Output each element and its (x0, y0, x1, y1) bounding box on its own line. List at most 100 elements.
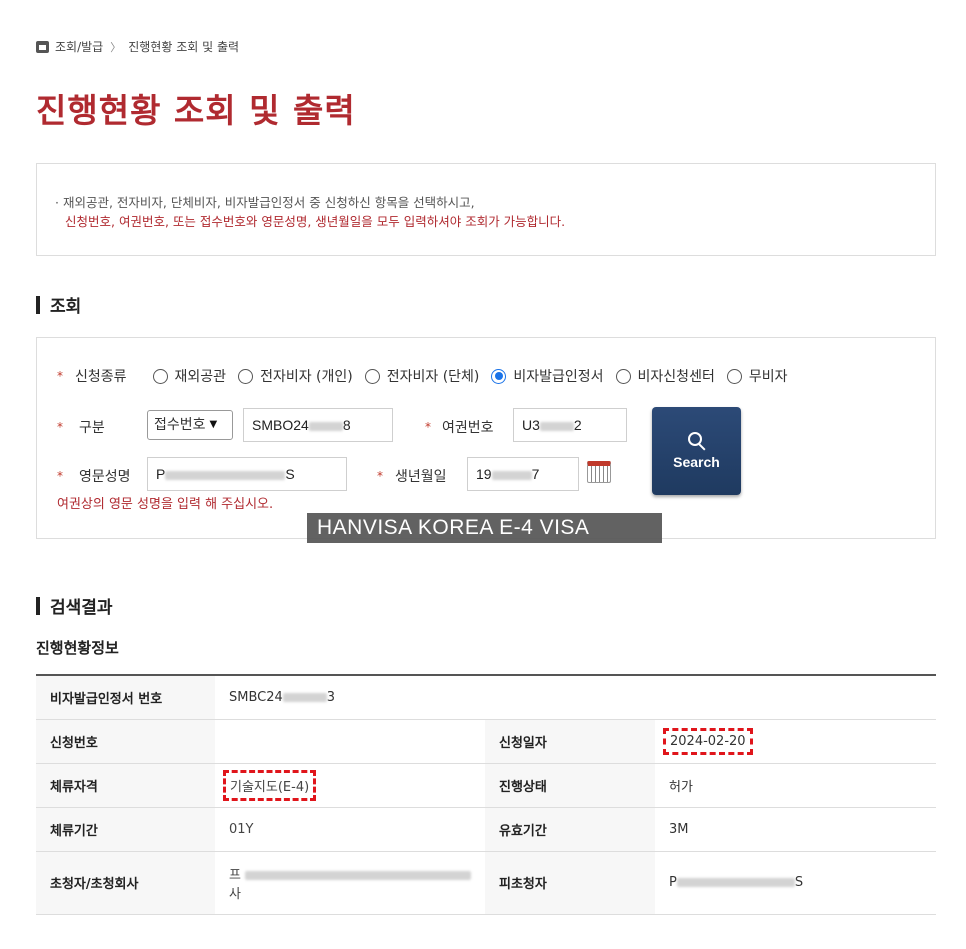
stay-status-value: 기술지도(E-4) (223, 769, 317, 801)
table-row: 초청자/초청회사 프 사 피초청자 PS (36, 851, 936, 915)
page-title: 진행현황 조회 및 출력 (36, 91, 356, 130)
radio-circle[interactable] (238, 368, 254, 384)
progress-status-label: 진행상태 (485, 763, 655, 808)
receipt-number-input[interactable]: SMBO24 8 (243, 408, 393, 442)
radio-evisa-group[interactable]: 전자비자 (단체) (364, 366, 480, 386)
inviter-label: 초청자/초청회사 (36, 851, 215, 915)
progress-info-table: 비자발급인정서 번호 SMBC24 3 신청번호 신청일자 2024-02-20 … (36, 674, 936, 915)
breadcrumb-item-current: 진행현황 조회 및 출력 (128, 40, 240, 54)
apply-date-value: 2024-02-20 (663, 727, 753, 755)
home-icon[interactable] (36, 40, 49, 53)
category-select[interactable]: 접수번호 ▼ (147, 410, 233, 440)
application-type-row: * 신청종류 재외공관 전자비자 (개인) 전자비자 (단체) 비자발급인정서 … (57, 366, 799, 386)
progress-status-value: 허가 (655, 763, 936, 808)
redacted-mask (539, 421, 574, 431)
required-mark: * (57, 469, 63, 483)
redacted-mask (491, 470, 532, 480)
english-name-input[interactable]: PS (147, 457, 347, 491)
calendar-icon[interactable] (587, 461, 611, 483)
search-button-label: Search (673, 454, 720, 470)
breadcrumb-separator: 〉 (110, 40, 122, 54)
receipt-number-suffix: 8 (342, 417, 351, 433)
radio-visa-certificate[interactable]: 비자발급인정서 (491, 366, 604, 386)
section-heading-search: 조회 (36, 292, 81, 317)
cert-number-value: SMBC24 3 (215, 675, 936, 720)
required-mark: * (425, 420, 431, 434)
notice-box: · 재외공관, 전자비자, 단체비자, 비자발급인정서 중 신청하신 항목을 선… (36, 163, 936, 256)
birth-date-label: 생년월일 (395, 469, 447, 485)
radio-visa-free[interactable]: 무비자 (726, 366, 788, 386)
radio-evisa-individual[interactable]: 전자비자 (개인) (238, 366, 353, 386)
redacted-mask (308, 421, 343, 431)
passport-label: 여권번호 (442, 420, 494, 436)
radio-circle[interactable] (726, 368, 742, 384)
watermark-banner: HANVISA KOREA E-4 VISA (307, 513, 662, 543)
passport-number-input[interactable]: U3 2 (513, 408, 627, 442)
radio-label: 비자발급인정서 (513, 369, 604, 385)
inviter-first-char: 프 (229, 867, 241, 883)
english-name-hint: 여권상의 영문 성명을 입력 해 주십시오. (57, 497, 274, 512)
radio-circle[interactable] (364, 368, 380, 384)
english-name-prefix: P (156, 466, 166, 482)
table-row: 체류기간 01Y 유효기간 3M (36, 807, 936, 852)
redacted-mask (676, 878, 795, 887)
radio-circle[interactable] (615, 368, 631, 384)
section-title-results: 검색결과 (50, 598, 113, 618)
redacted-mask (165, 470, 286, 480)
search-form: * 신청종류 재외공관 전자비자 (개인) 전자비자 (단체) 비자발급인정서 … (36, 337, 936, 543)
section-title-search: 조회 (50, 297, 82, 317)
required-mark: * (57, 420, 63, 434)
stay-status-cell: 기술지도(E-4) (215, 763, 485, 808)
passport-number-prefix: U3 (522, 417, 540, 433)
notice-line-2: 신청번호, 여권번호, 또는 접수번호와 영문성명, 생년월일을 모두 입력하셔… (65, 214, 566, 229)
heading-bar (36, 596, 40, 615)
radio-circle[interactable] (152, 368, 168, 384)
application-type-label: 신청종류 (75, 369, 127, 385)
category-label: 구분 (79, 420, 105, 436)
apply-number-value (215, 719, 485, 764)
passport-number-suffix: 2 (573, 417, 582, 433)
stay-period-value: 01Y (215, 807, 485, 852)
section-heading-results: 검색결과 (36, 593, 113, 618)
radio-visa-center[interactable]: 비자신청센터 (615, 366, 715, 386)
validity-value: 3M (655, 807, 936, 852)
radio-label: 비자신청센터 (637, 369, 715, 385)
english-name-suffix: S (285, 466, 295, 482)
table-row: 체류자격 기술지도(E-4) 진행상태 허가 (36, 763, 936, 808)
chevron-down-icon: ▼ (209, 419, 218, 430)
notice-line-1: · 재외공관, 전자비자, 단체비자, 비자발급인정서 중 신청하신 항목을 선… (55, 195, 475, 210)
required-mark: * (57, 369, 63, 383)
invitee-prefix: P (669, 875, 677, 890)
english-name-label: 영문성명 (79, 469, 131, 485)
category-select-value: 접수번호 (154, 417, 206, 433)
cert-number-label: 비자발급인정서 번호 (36, 675, 215, 720)
radio-overseas-mission[interactable]: 재외공관 (152, 366, 227, 386)
redacted-mask (282, 692, 327, 702)
invitee-value: PS (655, 851, 936, 915)
birth-date-prefix: 19 (476, 466, 492, 482)
cert-number-suffix: 3 (326, 689, 336, 705)
cert-number-prefix: SMBC24 (229, 689, 283, 705)
breadcrumb-item-lookup[interactable]: 조회/발급 (55, 38, 103, 55)
breadcrumb: 조회/발급 〉 진행현황 조회 및 출력 (36, 38, 239, 55)
invitee-suffix: S (794, 875, 804, 890)
progress-info-title: 진행현황정보 (36, 639, 119, 657)
radio-label: 전자비자 (개인) (260, 369, 353, 385)
radio-label: 무비자 (748, 369, 788, 385)
apply-number-label: 신청번호 (36, 719, 215, 764)
birth-date-suffix: 7 (531, 466, 540, 482)
radio-label: 전자비자 (단체) (386, 369, 480, 385)
table-row: 신청번호 신청일자 2024-02-20 (36, 719, 936, 764)
radio-circle-selected[interactable] (491, 368, 507, 384)
required-mark: * (377, 469, 383, 483)
apply-date-cell: 2024-02-20 (655, 719, 936, 764)
validity-label: 유효기간 (485, 807, 655, 852)
inviter-value: 프 사 (215, 851, 485, 915)
radio-label: 재외공관 (174, 369, 227, 385)
birth-date-input[interactable]: 19 7 (467, 457, 579, 491)
redacted-mask (244, 870, 471, 880)
stay-period-label: 체류기간 (36, 807, 215, 852)
inviter-second-char: 사 (229, 886, 241, 902)
search-button[interactable]: Search (652, 407, 741, 495)
invitee-label: 피초청자 (485, 851, 655, 915)
